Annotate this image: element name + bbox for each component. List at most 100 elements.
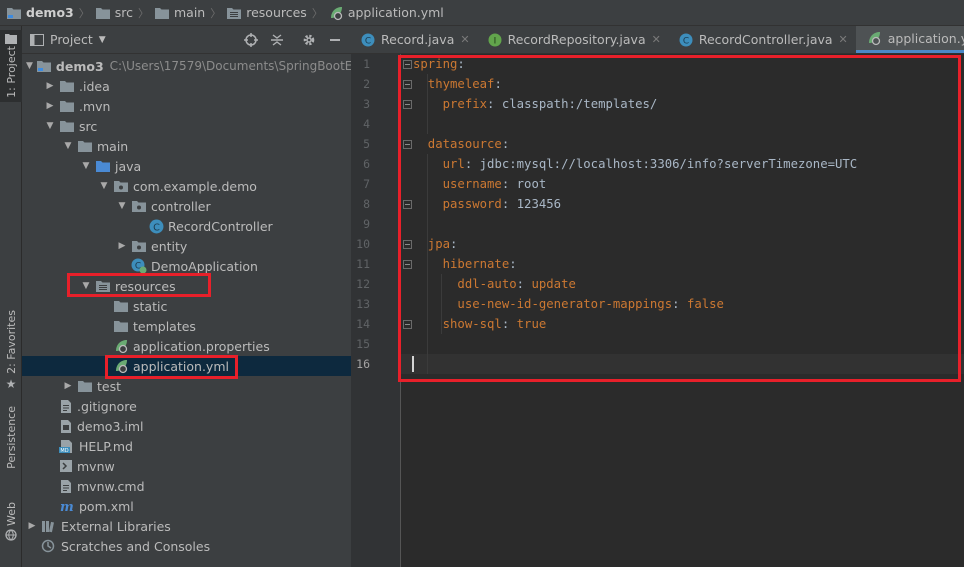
code-line: use-new-id-generator-mappings: false: [413, 294, 724, 314]
collapsed-arrow-icon[interactable]: ▶: [44, 101, 56, 111]
tree-item-label: templates: [133, 318, 196, 334]
tree-item[interactable]: ▶ test: [22, 376, 351, 396]
expanded-arrow-icon[interactable]: ▼: [62, 141, 74, 151]
tree-item-label: DemoApplication: [151, 258, 258, 274]
svg-text:C: C: [365, 36, 371, 46]
tree-item[interactable]: ▶application.yml: [22, 356, 351, 376]
globe-icon: [5, 529, 17, 541]
line-number: 11: [356, 257, 370, 271]
collapsed-arrow-icon[interactable]: ▶: [26, 521, 38, 531]
tree-item-label: resources: [115, 278, 176, 294]
tree-item[interactable]: ▼ controller: [22, 196, 351, 216]
breadcrumb-item-main[interactable]: main: [154, 5, 205, 20]
fold-marker-icon[interactable]: [403, 100, 412, 109]
code-editor[interactable]: 1 2 3 4 5 6 7 8 9 10 11 12 13 14 15 16 spring: thymelea…: [351, 54, 964, 567]
tree-item[interactable]: ▶ .mvn: [22, 96, 351, 116]
tree-item[interactable]: ▶mvnw.cmd: [22, 476, 351, 496]
tab-record-java[interactable]: C Record.java ✕: [351, 26, 478, 53]
breadcrumb-item-project[interactable]: demo3: [6, 5, 74, 20]
tree-item[interactable]: ▶ .idea: [22, 76, 351, 96]
tree-item[interactable]: ▶application.properties: [22, 336, 351, 356]
line-number-gutter[interactable]: 1 2 3 4 5 6 7 8 9 10 11 12 13 14 15 16: [351, 54, 401, 567]
fold-marker-icon[interactable]: [403, 240, 412, 249]
yaml-literal: update: [531, 277, 576, 291]
locate-file-button[interactable]: [241, 30, 261, 50]
fold-marker-icon[interactable]: [403, 60, 412, 69]
tree-item[interactable]: ▼ src: [22, 116, 351, 136]
tree-item[interactable]: ▶MDHELP.md: [22, 436, 351, 456]
hide-panel-button[interactable]: [325, 30, 345, 50]
svg-text:C: C: [683, 36, 689, 46]
folder-icon: [113, 319, 129, 333]
tree-item-label: test: [97, 378, 122, 394]
expanded-arrow-icon[interactable]: ▼: [116, 201, 128, 211]
yaml-literal: true: [516, 317, 547, 331]
tree-item[interactable]: ▶ entity: [22, 236, 351, 256]
expanded-arrow-icon[interactable]: ▼: [80, 161, 92, 171]
line-number: 3: [363, 97, 370, 111]
collapsed-arrow-icon[interactable]: ▶: [44, 81, 56, 91]
fold-marker-icon[interactable]: [403, 200, 412, 209]
tool-tab-project[interactable]: 1: Project: [0, 30, 22, 102]
markdown-file-icon: MD: [59, 439, 75, 454]
close-icon[interactable]: ✕: [839, 33, 848, 46]
settings-button[interactable]: [299, 30, 319, 50]
tool-tab-web[interactable]: Web: [0, 502, 22, 552]
tree-item[interactable]: ▶static: [22, 296, 351, 316]
tab-record-controller-java[interactable]: C RecordController.java ✕: [669, 26, 856, 53]
tree-item[interactable]: ▼ main: [22, 136, 351, 156]
tab-application-yml[interactable]: application.yml ✕: [855, 26, 964, 53]
breadcrumb-item-src[interactable]: src: [95, 5, 133, 20]
fold-marker-icon[interactable]: [403, 320, 412, 329]
line-number: 14: [356, 317, 370, 331]
tree-item[interactable]: ▶templates: [22, 316, 351, 336]
tab-label: RecordController.java: [698, 32, 833, 47]
tree-item[interactable]: ▶Scratches and Consoles: [22, 536, 351, 556]
collapsed-arrow-icon[interactable]: ▶: [62, 381, 74, 391]
collapsed-arrow-icon[interactable]: ▶: [116, 241, 128, 251]
line-number: 16: [356, 357, 370, 371]
line-number: 12: [356, 277, 370, 291]
tree-item[interactable]: ▼ com.example.demo: [22, 176, 351, 196]
tree-item-label: mvnw.cmd: [77, 478, 145, 494]
breadcrumb-item-resources[interactable]: resources: [226, 5, 307, 20]
tree-item[interactable]: ▶mvnw: [22, 456, 351, 476]
yaml-key: url: [413, 157, 465, 171]
tool-tab-favorites[interactable]: 2: Favorites ★: [0, 310, 22, 406]
tree-item[interactable]: ▶CDemoApplication: [22, 256, 351, 276]
tree-item[interactable]: ▶demo3.iml: [22, 416, 351, 436]
close-icon[interactable]: ✕: [652, 33, 661, 46]
expanded-arrow-icon[interactable]: ▼: [98, 181, 110, 191]
tree-item[interactable]: ▶CRecordController: [22, 216, 351, 236]
tree-item-label: application.yml: [133, 358, 229, 374]
tree-item[interactable]: ▼ demo3 C:\Users\17579\Documents\SpringBoo…: [22, 56, 360, 76]
tree-item-label: controller: [151, 198, 211, 214]
fold-marker-icon[interactable]: [403, 140, 412, 149]
collapse-all-button[interactable]: [267, 30, 287, 50]
yaml-key: prefix: [413, 97, 488, 111]
tree-item[interactable]: ▶.gitignore: [22, 396, 351, 416]
tree-item[interactable]: ▶ External Libraries: [22, 516, 351, 536]
dropdown-caret-icon[interactable]: ▼: [99, 35, 106, 45]
yaml-value: :: [457, 57, 465, 71]
breadcrumb-item-file[interactable]: application.yml: [328, 5, 444, 21]
chevron-right-icon: 〉: [210, 6, 222, 20]
tree-item[interactable]: ▼ resources: [22, 276, 351, 296]
tool-tab-persistence[interactable]: Persistence: [0, 406, 22, 482]
tree-item[interactable]: ▼ java: [22, 156, 351, 176]
yaml-value: : root: [501, 177, 547, 191]
fold-marker-icon[interactable]: [403, 260, 412, 269]
tree-item-label: java: [115, 158, 142, 174]
expanded-arrow-icon[interactable]: ▼: [80, 281, 92, 291]
current-line-highlight: [401, 354, 964, 374]
close-icon[interactable]: ✕: [460, 33, 469, 46]
line-number: 13: [356, 297, 370, 311]
expanded-arrow-icon[interactable]: ▼: [44, 121, 56, 131]
project-panel-title[interactable]: Project: [50, 32, 93, 47]
line-number: 2: [363, 77, 370, 91]
fold-marker-icon[interactable]: [403, 80, 412, 89]
expanded-arrow-icon[interactable]: ▼: [26, 61, 33, 71]
tab-record-repository-java[interactable]: I RecordRepository.java ✕: [478, 26, 669, 53]
tree-item[interactable]: ▶mpom.xml: [22, 496, 351, 516]
tree-item-label: main: [97, 138, 129, 154]
